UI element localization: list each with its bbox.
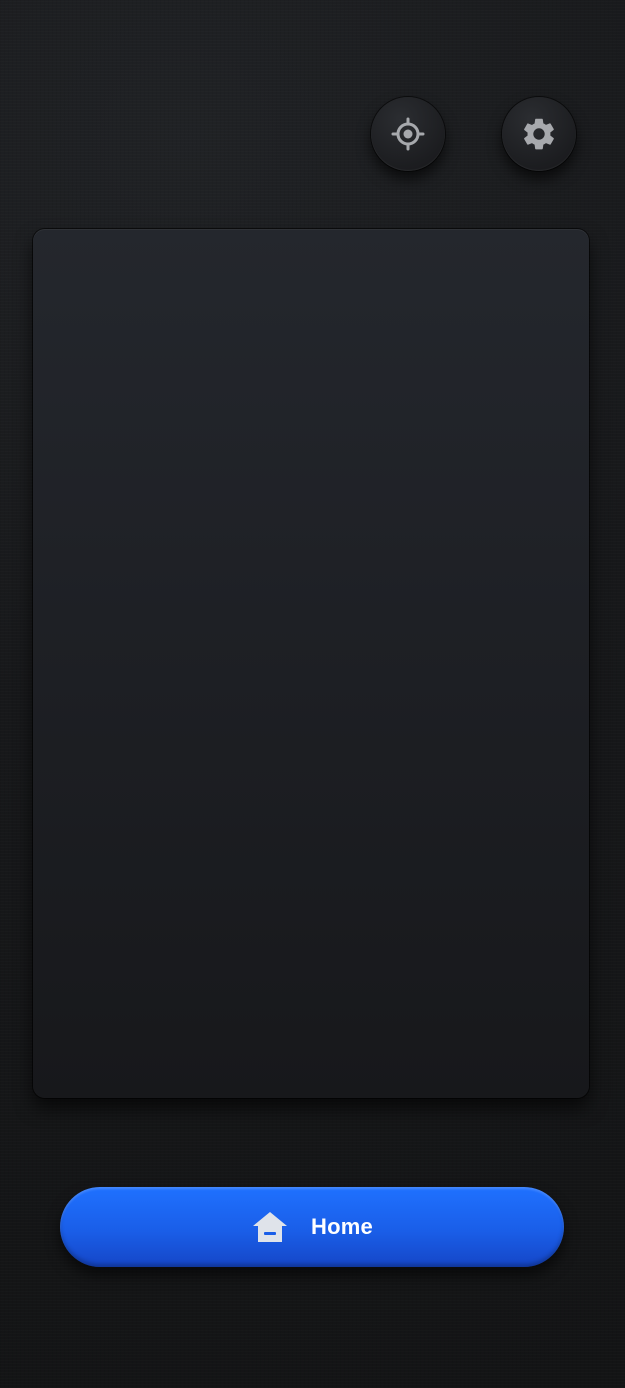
home-icon: [251, 1210, 311, 1244]
crosshair-icon: [391, 117, 425, 151]
settings-button[interactable]: [502, 97, 576, 171]
content-panel: [33, 229, 589, 1098]
gear-icon: [520, 115, 558, 153]
locate-button[interactable]: [371, 97, 445, 171]
home-button-label: Home: [311, 1214, 373, 1239]
home-button[interactable]: Home: [60, 1187, 564, 1267]
